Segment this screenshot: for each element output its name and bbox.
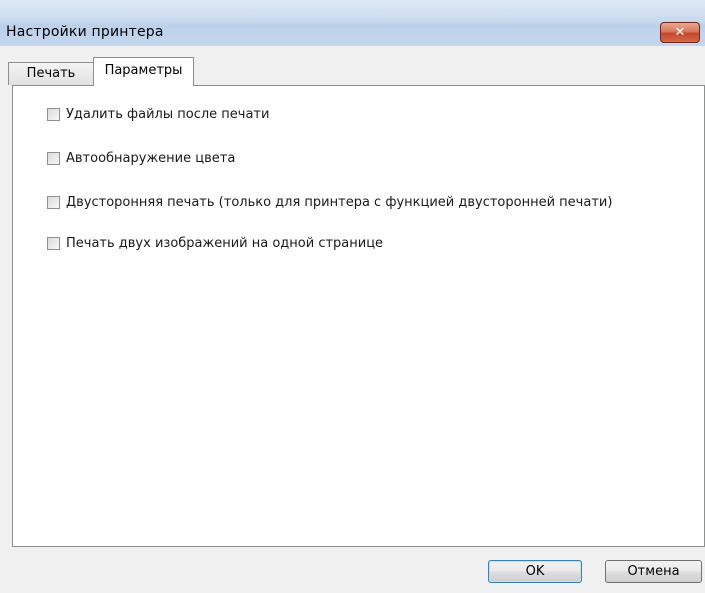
two-images-label: Печать двух изображений на одной страниц… [66, 235, 384, 251]
option-two-images-per-page[interactable]: Печать двух изображений на одной страниц… [47, 234, 383, 252]
tab-print[interactable]: Печать [8, 62, 94, 85]
tab-parameters-label: Параметры [104, 63, 183, 78]
two-images-checkbox[interactable] [47, 236, 60, 250]
title-bar[interactable]: Настройки принтера ✕ [0, 0, 705, 46]
delete-files-label: Удалить файлы после печати [66, 106, 270, 122]
close-icon: ✕ [674, 25, 686, 40]
duplex-checkbox[interactable] [47, 195, 60, 209]
duplex-label: Двусторонняя печать (только для принтера… [66, 194, 613, 210]
tab-print-label: Печать [26, 66, 76, 81]
option-duplex-print[interactable]: Двусторонняя печать (только для принтера… [47, 193, 612, 211]
option-delete-files-after-print[interactable]: Удалить файлы после печати [47, 105, 269, 123]
dialog-body: Печать Параметры Удалить файлы после печ… [0, 46, 705, 593]
printer-settings-dialog: Настройки принтера ✕ Печать Параметры Уд… [0, 0, 705, 593]
auto-color-checkbox[interactable] [47, 151, 60, 165]
delete-files-checkbox[interactable] [47, 107, 60, 121]
auto-color-label: Автообнаружение цвета [66, 150, 236, 166]
cancel-button[interactable]: Отмена [605, 560, 702, 583]
parameters-panel: Удалить файлы после печати Автообнаружен… [12, 85, 705, 547]
close-button[interactable]: ✕ [660, 22, 700, 43]
ok-button[interactable]: OK [488, 560, 582, 583]
tab-parameters[interactable]: Параметры [93, 57, 194, 86]
option-auto-color-detect[interactable]: Автообнаружение цвета [47, 149, 235, 167]
window-title: Настройки принтера [6, 24, 164, 40]
